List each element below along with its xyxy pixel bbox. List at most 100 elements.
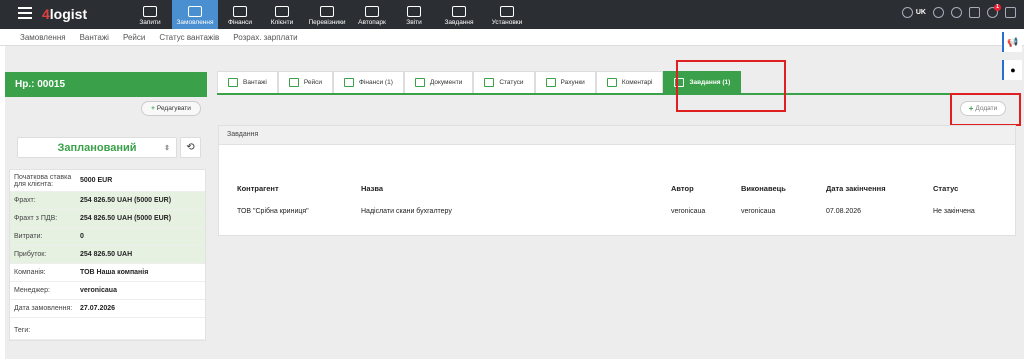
column-header[interactable]: Виконавець bbox=[741, 180, 826, 196]
user-icon[interactable] bbox=[933, 7, 944, 18]
nav-item-8[interactable]: Установки bbox=[482, 0, 532, 29]
nav-item-label: Замовлення bbox=[176, 19, 214, 26]
nav-item-label: Автопарк bbox=[358, 19, 386, 26]
table-cell: Надіслати скани бухгалтеру bbox=[361, 207, 452, 215]
tab-icon bbox=[545, 78, 556, 87]
bell-icon[interactable]: 1 bbox=[987, 4, 1001, 18]
tab-icon bbox=[288, 78, 299, 87]
language-label[interactable]: UK bbox=[916, 9, 926, 16]
currency-icon[interactable] bbox=[951, 7, 962, 18]
nav-item-5[interactable]: Автопарк bbox=[352, 0, 392, 29]
status-select[interactable]: Запланований ⇕ bbox=[17, 137, 177, 158]
table-cell: Не закінчена bbox=[933, 207, 975, 215]
globe-icon[interactable] bbox=[901, 7, 913, 18]
subnav-link[interactable]: Розрах. зарплати bbox=[233, 33, 297, 42]
edit-button-label: Редагувати bbox=[156, 105, 191, 112]
nav-item-label: Клієнти bbox=[270, 19, 294, 26]
subnav-link[interactable]: Статус вантажів bbox=[159, 33, 219, 42]
nav-item-0[interactable]: Запити bbox=[128, 0, 172, 29]
history-button[interactable]: ⟲ bbox=[180, 137, 201, 158]
info-value: 254 826.50 UAH bbox=[80, 251, 133, 258]
tab-0[interactable]: Вантажі bbox=[217, 71, 278, 93]
info-row: Фрахт з ПДВ: 254 826.50 UAH (5000 EUR) bbox=[10, 210, 205, 228]
main-nav: Запити Замовлення Фінанси Клієнти Перевізник… bbox=[128, 0, 532, 29]
notification-count: 1 bbox=[994, 4, 1001, 11]
tab-icon bbox=[484, 78, 495, 87]
table-row[interactable]: ТОВ "Срібна криниця" Надіслати скани бухг… bbox=[237, 196, 997, 226]
tab-4[interactable]: Статуси bbox=[473, 71, 535, 93]
garage-icon bbox=[365, 6, 379, 17]
nav-item-label: Запити bbox=[139, 19, 161, 26]
tab-6[interactable]: Коментарі bbox=[595, 71, 664, 93]
info-row: Дата замовлення: 27.07.2026 bbox=[10, 300, 205, 318]
subnav-link[interactable]: Замовлення bbox=[20, 33, 66, 42]
edit-button[interactable]: + Редагувати bbox=[141, 101, 201, 116]
tab-label: Статуси bbox=[499, 79, 524, 86]
column-header[interactable]: Назва bbox=[361, 180, 671, 196]
info-key: Менеджер: bbox=[14, 287, 50, 294]
nav-item-label: Завдання bbox=[444, 19, 474, 26]
status-value: Запланований bbox=[57, 141, 137, 154]
tab-icon bbox=[344, 78, 355, 87]
highlight-add-button bbox=[950, 93, 1021, 126]
info-value: 5000 EUR bbox=[80, 177, 113, 184]
column-header[interactable]: Автор bbox=[671, 180, 741, 196]
info-value: veronicaua bbox=[80, 287, 117, 294]
menu-icon[interactable] bbox=[18, 7, 32, 19]
nav-item-6[interactable]: Звіти bbox=[392, 0, 436, 29]
tab-1[interactable]: Рейси bbox=[277, 71, 334, 93]
info-row: Компанія: ТОВ Наша компанія bbox=[10, 264, 205, 282]
tab-icon bbox=[228, 78, 238, 87]
column-header[interactable]: Дата закінчення bbox=[826, 180, 933, 196]
plus-icon: + bbox=[151, 105, 155, 112]
tab-icon bbox=[414, 78, 425, 87]
sub-nav: Замовлення Вантажі Рейси Статус вантажів Роз… bbox=[0, 29, 1024, 46]
app-logo[interactable]: 4logist bbox=[42, 6, 87, 22]
table-cell: veronicaua bbox=[671, 207, 706, 215]
bot-icon[interactable]: ● bbox=[1002, 60, 1022, 80]
info-row: Початкова ставка для клієнта: 5000 EUR bbox=[10, 170, 205, 192]
info-row: Теги: bbox=[10, 322, 205, 340]
money-icon bbox=[233, 6, 247, 17]
tab-3[interactable]: Документи bbox=[403, 71, 474, 93]
logout-icon[interactable] bbox=[1005, 7, 1016, 18]
tab-label: Документи bbox=[429, 79, 463, 86]
info-row: Фрахт: 254 826.50 UAH (5000 EUR) bbox=[10, 192, 205, 210]
tasks-panel-title: Завдання bbox=[219, 126, 1015, 145]
nav-item-7[interactable]: Завдання bbox=[436, 0, 482, 29]
info-key: Дата замовлення: bbox=[14, 305, 73, 312]
tab-label: Фінанси (1) bbox=[359, 79, 393, 86]
info-key: Фрахт з ПДВ: bbox=[14, 215, 58, 222]
nav-item-2[interactable]: Фінанси bbox=[218, 0, 262, 29]
tab-5[interactable]: Рахунки bbox=[534, 71, 596, 93]
column-header[interactable]: Контрагент bbox=[237, 180, 361, 196]
column-header[interactable]: Статус bbox=[933, 180, 997, 196]
tab-2[interactable]: Фінанси (1) bbox=[333, 71, 404, 93]
info-key: Компанія: bbox=[14, 269, 46, 276]
reports-icon bbox=[407, 6, 421, 17]
megaphone-icon[interactable]: 📢 bbox=[1002, 32, 1022, 52]
subnav-link[interactable]: Рейси bbox=[123, 33, 145, 42]
info-key: Фрахт: bbox=[14, 197, 36, 204]
nav-item-1[interactable]: Замовлення bbox=[172, 0, 218, 29]
subnav-link[interactable]: Вантажі bbox=[80, 33, 109, 42]
info-value: 254 826.50 UAH (5000 EUR) bbox=[80, 215, 172, 222]
tab-label: Коментарі bbox=[621, 79, 653, 86]
info-value: 27.07.2026 bbox=[80, 305, 116, 312]
tasks-panel: Завдання Контрагент Назва Автор Виконавець Д… bbox=[218, 125, 1016, 236]
right-toolbar: 📢 ● bbox=[1000, 32, 1024, 88]
highlight-tasks-tab bbox=[676, 60, 786, 112]
info-row: Менеджер: veronicaua bbox=[10, 282, 205, 300]
gear-icon bbox=[500, 6, 514, 17]
info-key: Теги: bbox=[14, 327, 31, 334]
document-icon[interactable] bbox=[969, 7, 980, 18]
nav-item-label: Перевізники bbox=[308, 19, 346, 26]
info-row: Витрати: 0 bbox=[10, 228, 205, 246]
info-key: Витрати: bbox=[14, 233, 43, 240]
nav-item-3[interactable]: Клієнти bbox=[262, 0, 302, 29]
nav-item-4[interactable]: Перевізники bbox=[302, 0, 352, 29]
tasks-table: Контрагент Назва Автор Виконавець Дата закін… bbox=[237, 180, 997, 226]
order-number: Нр.: 00015 bbox=[5, 72, 207, 97]
nav-item-label: Фінанси bbox=[227, 19, 253, 26]
tab-label: Вантажі bbox=[243, 79, 267, 86]
